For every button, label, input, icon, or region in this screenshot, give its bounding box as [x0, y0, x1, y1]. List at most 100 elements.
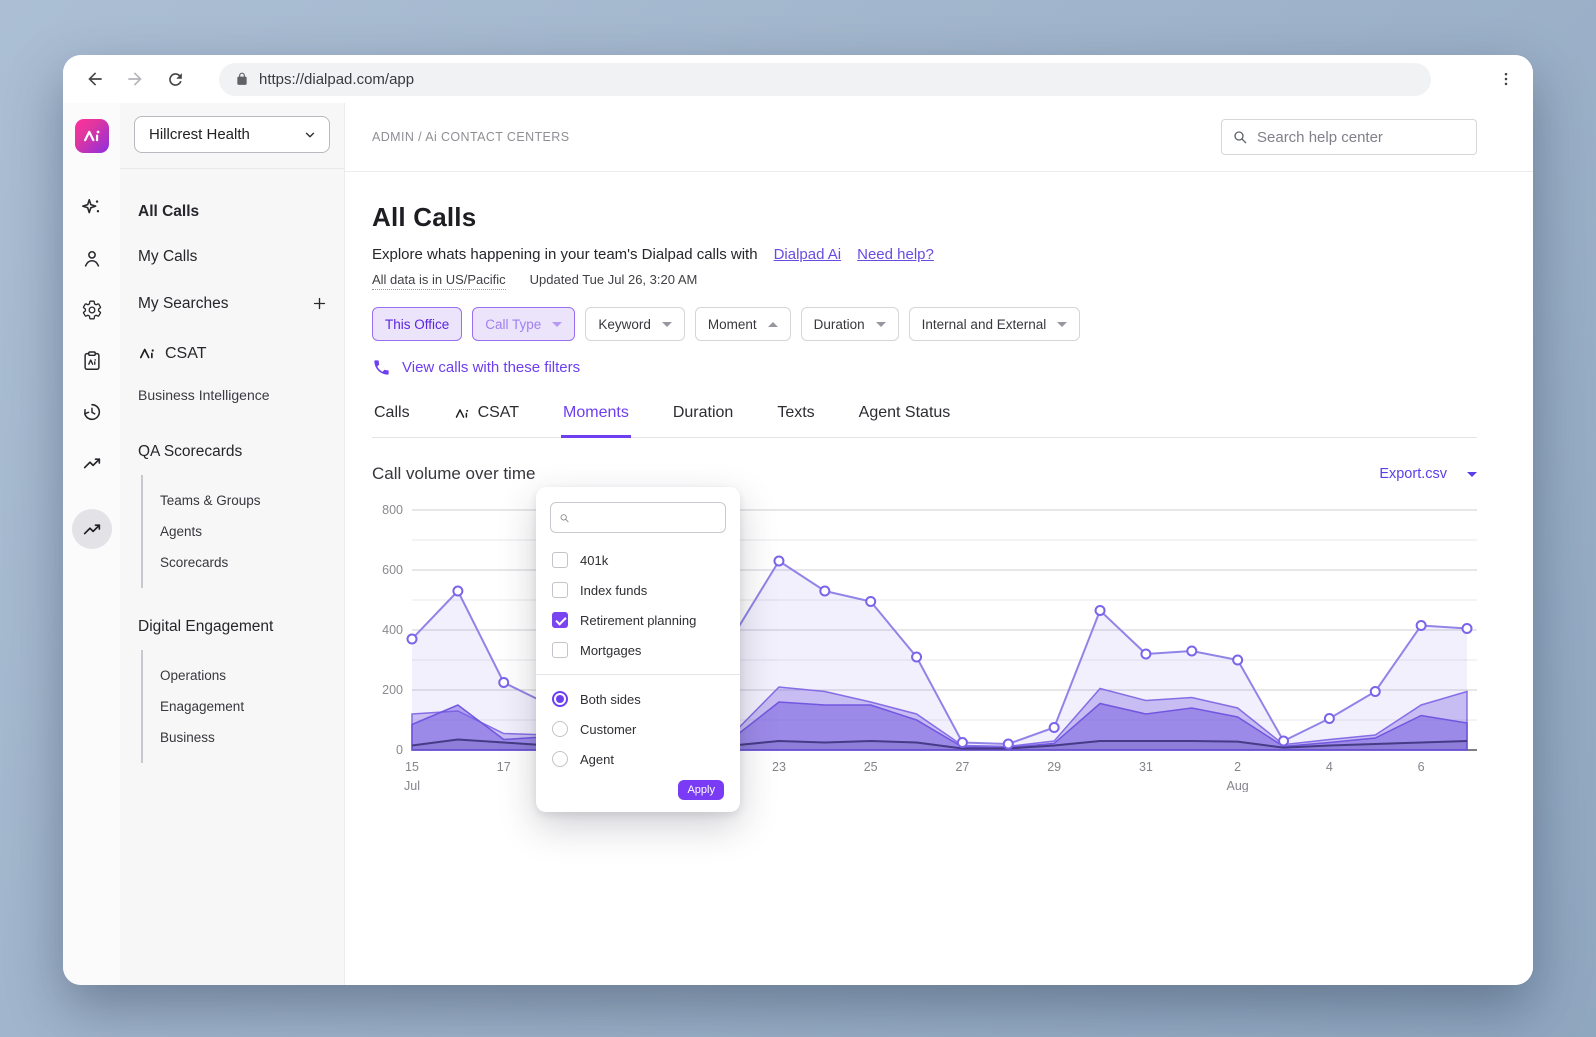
browser-toolbar: https://dialpad.com/app — [63, 55, 1533, 103]
browser-menu-button[interactable] — [1497, 70, 1515, 88]
dialpad-ai-link[interactable]: Dialpad Ai — [774, 246, 842, 263]
svg-text:31: 31 — [1139, 760, 1153, 774]
popup-search-input[interactable] — [575, 510, 717, 525]
page-content: All Calls Explore whats happening in you… — [345, 172, 1533, 792]
chevron-up-icon — [767, 321, 778, 327]
org-switcher-button[interactable]: Hillcrest Health — [134, 116, 330, 153]
sidebar-group-qa-scorecards[interactable]: QA Scorecards — [138, 443, 330, 461]
help-search-input[interactable] — [1257, 128, 1466, 146]
sidebar-item-scorecards[interactable]: Scorecards — [160, 555, 330, 570]
rail-item-settings[interactable] — [81, 299, 103, 321]
page-title: All Calls — [372, 202, 477, 232]
radio-icon[interactable] — [552, 721, 568, 737]
moment-option-label: Mortgages — [580, 642, 642, 658]
kebab-menu-icon — [1504, 72, 1508, 86]
moment-option-index-funds[interactable]: Index funds — [536, 575, 740, 605]
svg-text:Jul: Jul — [404, 779, 420, 792]
rail-item-ai-sparkles[interactable] — [81, 197, 103, 219]
apply-button[interactable]: Apply — [678, 780, 724, 800]
updated-timestamp: Updated Tue Jul 26, 3:20 AM — [529, 272, 698, 287]
moment-filter-popup: 401k Index funds Retirement planning Mortga… — [536, 487, 740, 812]
tab-csat[interactable]: CSAT — [452, 402, 521, 438]
browser-back-button[interactable] — [81, 65, 109, 93]
view-calls-link[interactable]: View calls with these filters — [372, 358, 580, 377]
side-option-both-sides[interactable]: Both sides — [536, 684, 740, 714]
tab-agent-status[interactable]: Agent Status — [857, 402, 953, 438]
checkbox-icon[interactable] — [552, 642, 568, 658]
plus-icon — [313, 297, 326, 310]
sidebar-item-my-searches[interactable]: My Searches — [138, 295, 228, 313]
sidebar-item-teams-groups[interactable]: Teams & Groups — [160, 493, 330, 508]
sidebar-item-my-calls[interactable]: My Calls — [138, 248, 330, 266]
rail-item-transcripts[interactable] — [81, 350, 103, 372]
sidebar-item-enagagement[interactable]: Enagagement — [160, 699, 330, 714]
app-shell: Hillcrest Health All Calls My Calls My S… — [63, 103, 1533, 985]
rail-item-analytics-active[interactable] — [71, 509, 112, 549]
svg-text:4: 4 — [1326, 760, 1333, 774]
trend-icon — [83, 458, 100, 469]
help-search-box — [1221, 119, 1477, 155]
filter-chip-keyword[interactable]: Keyword — [585, 307, 685, 341]
radio-selected-icon[interactable] — [552, 691, 568, 707]
export-csv-button[interactable]: Export.csv — [1379, 466, 1477, 482]
chevron-down-icon — [305, 132, 315, 137]
tab-duration[interactable]: Duration — [671, 402, 735, 438]
sidebar-item-operations[interactable]: Operations — [160, 668, 330, 683]
chevron-down-icon — [1057, 321, 1068, 327]
tab-label: CSAT — [477, 404, 520, 421]
sidebar-item-csat[interactable]: CSAT — [138, 344, 330, 363]
filter-chip-moment[interactable]: Moment — [694, 307, 791, 341]
popup-divider — [536, 674, 740, 675]
svg-text:2: 2 — [1234, 760, 1241, 774]
moment-option-401k[interactable]: 401k — [536, 545, 740, 575]
moment-option-retirement-planning[interactable]: Retirement planning — [536, 605, 740, 635]
side-option-label: Agent — [580, 751, 614, 767]
filter-chip-duration[interactable]: Duration — [800, 307, 899, 341]
radio-icon[interactable] — [552, 751, 568, 767]
tab-label: Texts — [777, 404, 815, 421]
dialpad-ai-logo[interactable] — [74, 119, 109, 153]
moment-option-label: 401k — [580, 552, 609, 568]
tab-texts[interactable]: Texts — [775, 402, 816, 438]
org-name: Hillcrest Health — [149, 126, 250, 143]
filter-chip-label: Internal and External — [921, 316, 1047, 332]
rail-item-contacts[interactable] — [81, 248, 103, 270]
checkbox-icon[interactable] — [552, 582, 568, 598]
sidebar-item-all-calls[interactable]: All Calls — [138, 203, 330, 221]
subtitle-text: Explore whats happening in your team's D… — [372, 246, 758, 263]
add-search-button[interactable] — [309, 293, 330, 314]
checkbox-icon[interactable] — [552, 552, 568, 568]
svg-text:29: 29 — [1047, 760, 1061, 774]
side-option-customer[interactable]: Customer — [536, 714, 740, 744]
sidebar-item-agents[interactable]: Agents — [160, 524, 330, 539]
tab-moments[interactable]: Moments — [561, 402, 631, 438]
sidebar-item-business-intelligence[interactable]: Business Intelligence — [138, 387, 330, 403]
moment-checkbox-list: 401k Index funds Retirement planning Mortga… — [536, 545, 740, 665]
sidebar-group-digital-engagement[interactable]: Digital Engagement — [138, 618, 330, 636]
chart-title: Call volume over time — [372, 464, 536, 483]
filter-chip-this-office[interactable]: This Office — [372, 307, 463, 341]
url-bar[interactable]: https://dialpad.com/app — [219, 62, 1431, 96]
sidebar-item-business[interactable]: Business — [160, 730, 330, 745]
browser-forward-button[interactable] — [121, 65, 149, 93]
moment-option-mortgages[interactable]: Mortgages — [536, 635, 740, 665]
browser-reload-button[interactable] — [161, 65, 189, 93]
settings-gear-icon — [82, 300, 101, 320]
chevron-down-icon — [552, 321, 563, 327]
tab-calls[interactable]: Calls — [372, 402, 412, 438]
filter-chip-internal-and-external[interactable]: Internal and External — [908, 307, 1081, 341]
side-option-agent[interactable]: Agent — [536, 744, 740, 774]
chart-header: Call volume over time Export.csv — [372, 464, 1477, 484]
rail-item-history[interactable] — [81, 401, 103, 423]
filter-chip-call-type[interactable]: Call Type — [472, 307, 576, 341]
need-help-link[interactable]: Need help? — [857, 246, 934, 263]
checkbox-checked-icon[interactable] — [552, 612, 568, 628]
person-icon — [84, 250, 99, 267]
tab-label: Moments — [563, 404, 629, 421]
apply-row: Apply — [536, 774, 740, 800]
filter-chip-label: Duration — [813, 316, 865, 332]
chevron-down-icon — [1467, 471, 1477, 477]
filter-chip-label: Keyword — [598, 316, 651, 332]
rail-item-trends[interactable] — [81, 452, 103, 474]
browser-window: https://dialpad.com/app Hillcrest Health… — [63, 55, 1533, 985]
